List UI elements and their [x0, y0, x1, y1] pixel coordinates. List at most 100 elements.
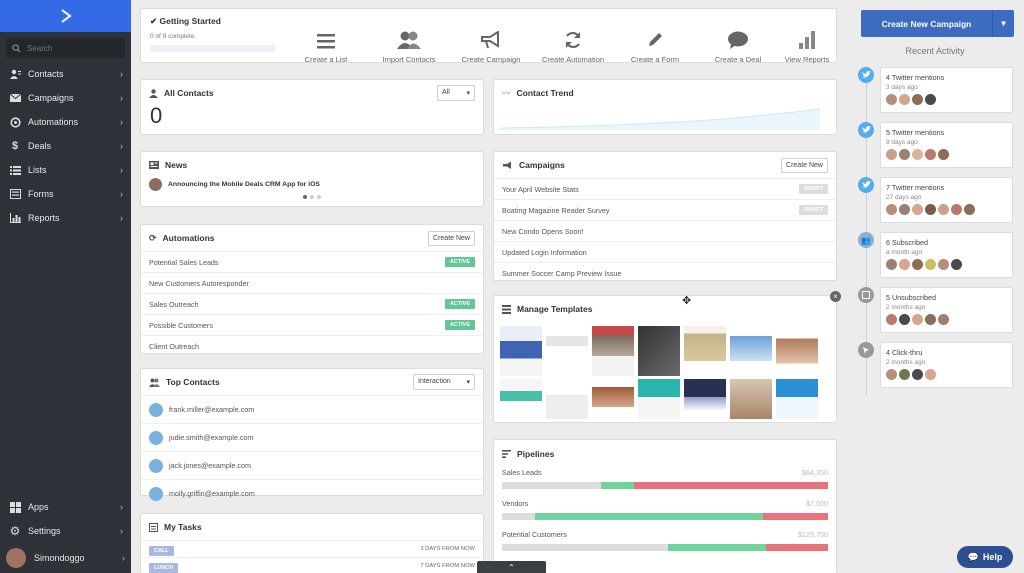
activity-card[interactable]: 4 Twitter mentions 3 days ago [880, 67, 1013, 113]
pipeline-row[interactable]: Vendors $7,500 [494, 499, 836, 530]
view-reports-button[interactable]: View Reports [777, 27, 837, 64]
dot-active[interactable] [303, 195, 307, 199]
user-menu[interactable]: Simondoggo › [0, 543, 131, 573]
activity-time: 3 days ago [886, 84, 918, 91]
template-thumbnail[interactable] [500, 379, 542, 419]
automation-row[interactable]: Sales Outreach ACTIVE [141, 293, 483, 314]
campaign-row[interactable]: Updated Login Information [494, 241, 836, 262]
activity-card[interactable]: 7 Twitter mentions 27 days ago [880, 177, 1013, 223]
template-thumbnail[interactable] [592, 326, 634, 376]
top-contacts-card: Top Contacts Interaction ▾ frank.miller@e… [140, 368, 484, 501]
template-thumbnail[interactable] [776, 379, 818, 419]
tasks-icon [149, 522, 158, 532]
close-icon[interactable]: × [830, 291, 841, 302]
activity-title: 4 Click-thru [886, 348, 923, 357]
template-thumbnail[interactable] [638, 379, 680, 419]
activity-card[interactable]: 5 Unsubscribed 2 months ago [880, 287, 1013, 333]
refresh-icon: ⟳ [149, 232, 157, 243]
getting-started[interactable]: ✔ Getting Started 0 of 9 complete [150, 16, 285, 52]
contact-row[interactable]: jack.jones@example.com [141, 451, 483, 479]
sidebar-item-automations[interactable]: Automations › [0, 110, 131, 134]
tool-label: Create a List [304, 55, 348, 64]
tool-label: Create Automation [541, 55, 605, 64]
create-campaign-button[interactable]: Create Campaign [456, 27, 526, 64]
sidebar-item-reports[interactable]: Reports › [0, 206, 131, 230]
sidebar-item-campaigns[interactable]: Campaigns › [0, 86, 131, 110]
card-title: Campaigns [519, 160, 565, 170]
sidebar-item-contacts[interactable]: Contacts › [0, 62, 131, 86]
automation-row[interactable]: Client Outreach [141, 335, 483, 356]
tool-label: Import Contacts [382, 55, 436, 64]
activity-avatars [886, 259, 1007, 270]
caret-down-icon[interactable]: ▾ [992, 10, 1014, 37]
template-thumbnail[interactable] [546, 326, 588, 376]
logo[interactable] [0, 0, 131, 32]
tool-label: Create a Deal [714, 55, 762, 64]
import-contacts-button[interactable]: Import Contacts [374, 27, 444, 64]
chevron-right-icon: › [120, 141, 123, 151]
create-deal-button[interactable]: Create a Deal [703, 27, 773, 64]
chevron-right-icon: › [120, 165, 123, 175]
contact-avatar [149, 402, 163, 417]
sidebar-item-apps[interactable]: Apps › [0, 495, 131, 519]
pipeline-name: Sales Leads [502, 468, 542, 477]
task-row[interactable]: LUNCH 7 DAYS FROM NOW [141, 557, 483, 573]
carousel-dots[interactable] [303, 195, 321, 199]
template-thumbnail[interactable] [684, 379, 726, 419]
activity-avatars [886, 369, 1007, 380]
create-form-button[interactable]: Create a Form [620, 27, 690, 64]
activity-card[interactable]: 5 Twitter mentions 9 days ago [880, 122, 1013, 168]
create-automation-small-button[interactable]: Create New [428, 230, 475, 246]
task-row[interactable]: CALL 3 DAYS FROM NOW [141, 540, 483, 557]
create-new-campaign-button[interactable]: Create New Campaign ▾ [861, 10, 1014, 37]
news-item[interactable]: Announcing the Mobile Deals CRM App for … [141, 178, 483, 191]
sidebar-item-settings[interactable]: ⚙ Settings › [0, 519, 131, 543]
automation-row[interactable]: Possible Customers ACTIVE [141, 314, 483, 335]
contact-row[interactable]: judie.smith@example.com [141, 423, 483, 451]
campaign-row[interactable]: Boating Magazine Reader Survey DRAFT [494, 199, 836, 220]
search-input[interactable]: Search [6, 38, 125, 58]
template-thumbnail[interactable] [730, 326, 772, 376]
contact-row[interactable]: frank.miller@example.com [141, 395, 483, 423]
activity-card[interactable]: 6 Subscribed a month ago [880, 232, 1013, 278]
user-name: Simondoggo [34, 553, 85, 563]
template-thumbnail[interactable] [776, 326, 818, 376]
template-thumbnail[interactable] [730, 379, 772, 419]
task-type-badge: CALL [149, 545, 174, 556]
create-list-button[interactable]: Create a List [291, 27, 361, 64]
activity-card[interactable]: 4 Click-thru 2 months ago [880, 342, 1013, 388]
template-thumbnail[interactable] [684, 326, 726, 376]
campaign-row[interactable]: New Condo Opens Soon! [494, 220, 836, 241]
template-thumbnail[interactable] [638, 326, 680, 376]
automation-row[interactable]: New Customers Autoresponder [141, 272, 483, 293]
pipeline-row[interactable]: Sales Leads $64,350 [494, 468, 836, 499]
move-icon[interactable]: ✥ [682, 294, 691, 307]
sidebar-item-lists[interactable]: Lists › [0, 158, 131, 182]
sidebar-item-deals[interactable]: $ Deals › [0, 134, 131, 158]
sidebar-item-forms[interactable]: Forms › [0, 182, 131, 206]
template-thumbnail[interactable] [500, 326, 542, 376]
activity-title: 5 Twitter mentions [886, 128, 945, 137]
subscribe-icon: 👥 [858, 232, 874, 248]
help-button[interactable]: 💬 Help [957, 546, 1013, 568]
contacts-filter-select[interactable]: All ▾ [437, 85, 475, 101]
create-automation-button[interactable]: Create Automation [538, 27, 608, 64]
activity-avatars [886, 314, 1007, 325]
create-campaign-small-button[interactable]: Create New [781, 157, 828, 173]
sort-select[interactable]: Interaction ▾ [413, 374, 475, 390]
dot[interactable] [317, 195, 321, 199]
template-thumbnail[interactable] [592, 379, 634, 419]
pipeline-row[interactable]: Potential Customers $125,750 [494, 530, 836, 561]
contact-row[interactable]: molly.griffin@example.com [141, 479, 483, 507]
campaign-row[interactable]: Summer Soccer Camp Preview Issue [494, 262, 836, 283]
activity-time: 27 days ago [886, 194, 922, 201]
list-icon [317, 27, 335, 49]
contacts-icon [8, 69, 22, 79]
automation-row[interactable]: Potential Sales Leads ACTIVE [141, 251, 483, 272]
sidebar-item-label: Campaigns [28, 93, 74, 103]
collapse-tab[interactable]: ⌃ [477, 561, 546, 573]
dot[interactable] [310, 195, 314, 199]
list-icon [8, 165, 22, 175]
campaign-row[interactable]: Your April Website Stats DRAFT [494, 178, 836, 199]
template-thumbnail[interactable] [546, 379, 588, 419]
